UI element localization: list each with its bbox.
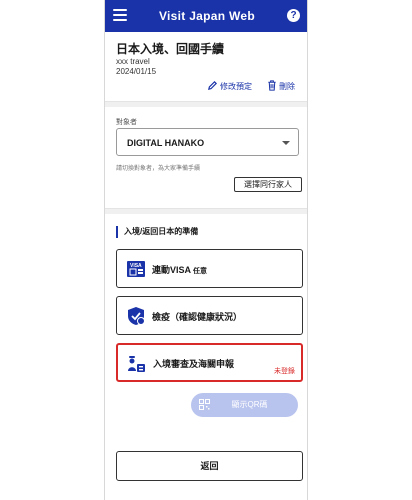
edit-schedule-label: 修改預定 bbox=[220, 82, 252, 91]
section-divider bbox=[105, 208, 307, 214]
target-hint: 請切換對象者，為大家準備手續 bbox=[116, 166, 201, 172]
section-divider bbox=[105, 101, 307, 107]
show-qr-button[interactable]: 顯示QR碼 bbox=[191, 393, 298, 417]
selected-person: DIGITAL HANAKO bbox=[127, 138, 205, 148]
visa-link-text: 連動VISA bbox=[152, 265, 192, 275]
immigration-customs-label: 入境審查及海關申報 bbox=[153, 359, 235, 369]
target-person-select[interactable]: DIGITAL HANAKO bbox=[116, 128, 299, 156]
back-button[interactable]: 返回 bbox=[116, 451, 303, 481]
qr-code-icon bbox=[199, 399, 210, 410]
immigration-customs-card[interactable]: 入境審查及海關申報 未登錄 bbox=[116, 343, 303, 382]
visa-link-label: 連動VISA 任意 bbox=[152, 263, 207, 276]
visa-link-card[interactable]: VISA 連動VISA 任意 bbox=[116, 249, 303, 288]
health-shield-icon bbox=[128, 307, 145, 325]
dropdown-arrow-icon bbox=[282, 141, 290, 145]
app-title: Visit Japan Web bbox=[158, 9, 256, 23]
svg-text:VISA: VISA bbox=[130, 263, 142, 269]
optional-tag: 任意 bbox=[193, 268, 208, 275]
trip-details: xxx travel 2024/01/15 bbox=[116, 57, 156, 77]
immigration-officer-icon bbox=[128, 356, 145, 372]
quarantine-card[interactable]: 檢疫（確認健康狀況） bbox=[116, 296, 303, 335]
show-qr-label: 顯示QR碼 bbox=[231, 400, 268, 409]
trip-agency: xxx travel bbox=[116, 57, 150, 66]
target-person-label: 對象者 bbox=[116, 119, 137, 126]
pencil-icon bbox=[208, 80, 218, 90]
app-screen: Visit Japan Web ? 日本入境、回國手續 xxx travel 2… bbox=[104, 0, 308, 500]
edit-schedule-button[interactable]: 修改預定 bbox=[207, 80, 252, 92]
delete-label: 刪除 bbox=[279, 82, 295, 91]
trash-icon bbox=[268, 80, 276, 91]
trip-title: 日本入境、回國手續 bbox=[116, 42, 225, 56]
select-companion-button[interactable]: 選擇同行家人 bbox=[234, 177, 302, 192]
question-icon[interactable]: ? bbox=[287, 9, 300, 22]
quarantine-label: 檢疫（確認健康狀況） bbox=[152, 312, 243, 322]
visa-icon: VISA bbox=[127, 261, 145, 277]
delete-button[interactable]: 刪除 bbox=[267, 80, 295, 92]
app-header: Visit Japan Web ? bbox=[105, 0, 307, 32]
trip-date: 2024/01/15 bbox=[116, 67, 157, 76]
section-heading: 入境/返回日本的準備 bbox=[116, 226, 198, 238]
unregistered-status: 未登錄 bbox=[274, 368, 295, 375]
